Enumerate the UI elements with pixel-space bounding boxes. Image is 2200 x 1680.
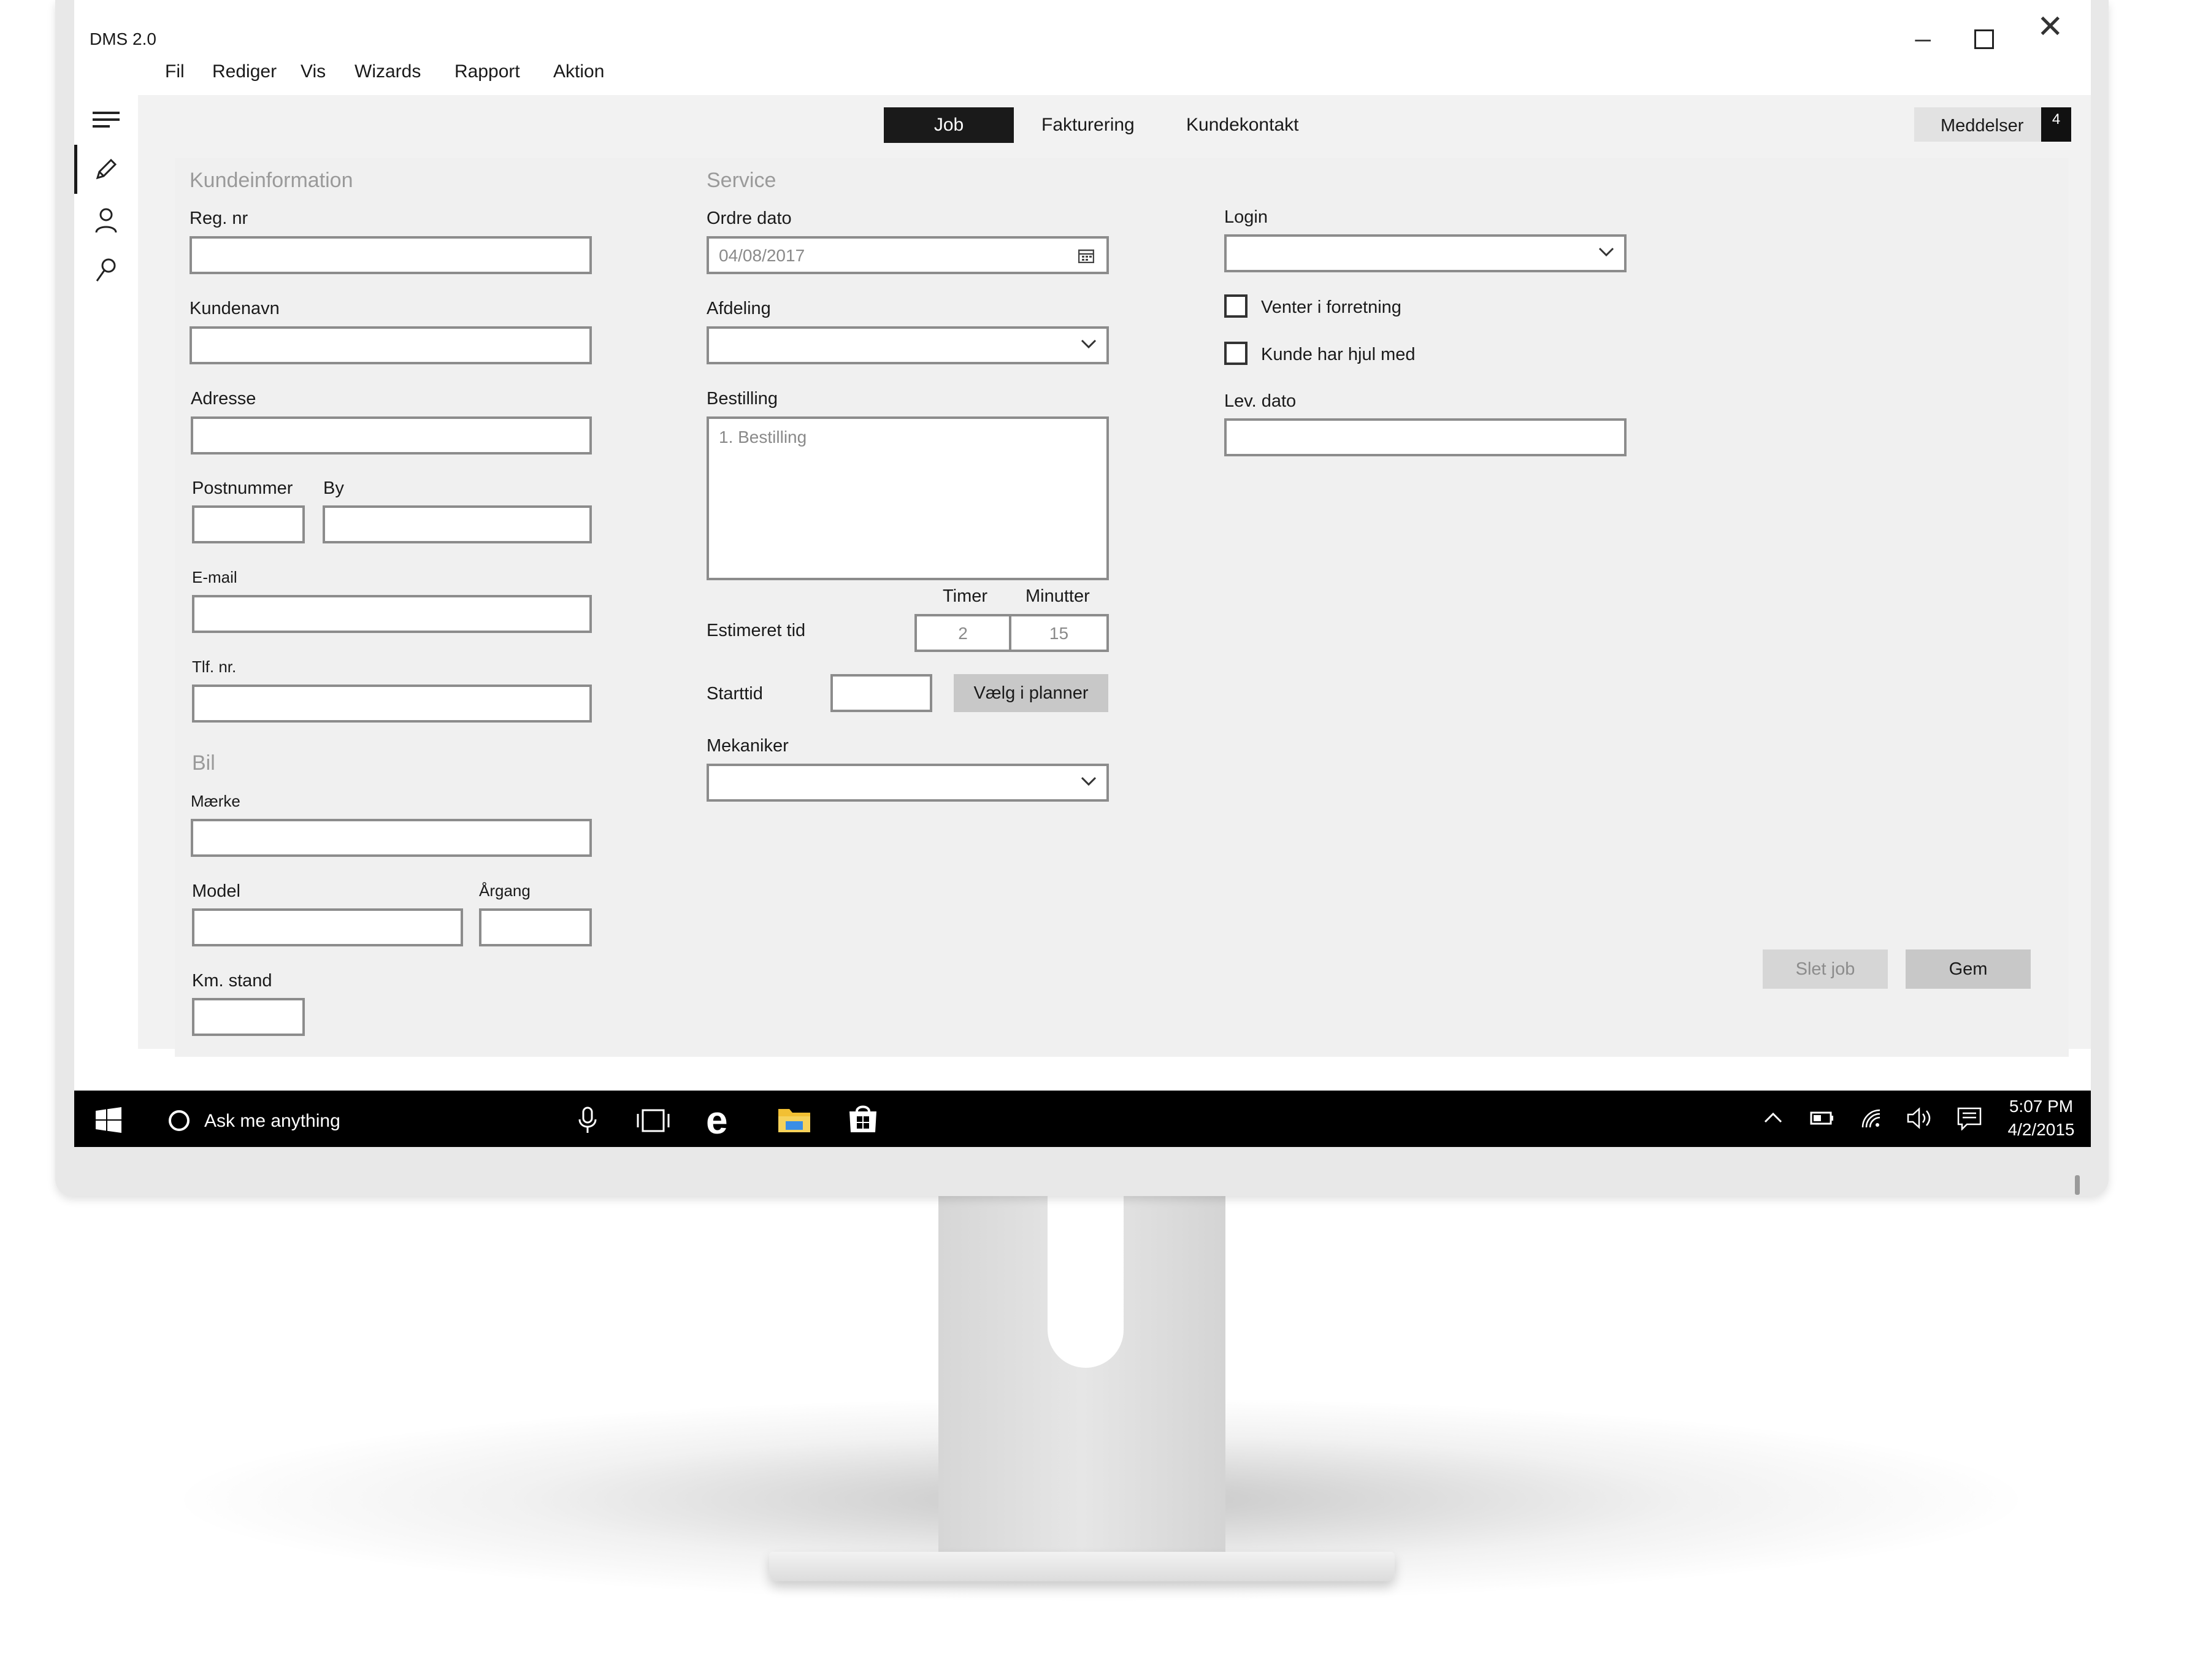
- action-center-icon[interactable]: [1957, 1107, 1982, 1133]
- argang-label: Årgang: [479, 881, 531, 900]
- timer-value: 2: [958, 624, 968, 643]
- tlf-label: Tlf. nr.: [192, 658, 237, 676]
- bestilling-textarea[interactable]: 1. Bestilling: [707, 416, 1109, 580]
- user-icon[interactable]: [74, 199, 138, 242]
- taskbar: [74, 1091, 2091, 1147]
- task-view-icon[interactable]: [635, 1108, 671, 1137]
- kundenavn-label: Kundenavn: [190, 299, 280, 318]
- starttid-label: Starttid: [707, 684, 763, 704]
- bil-heading: Bil: [192, 751, 215, 775]
- taskbar-clock-time[interactable]: 5:07 PM: [2007, 1097, 2075, 1116]
- app-title: DMS 2.0: [90, 29, 156, 48]
- reg-nr-input[interactable]: [190, 236, 592, 274]
- km-stand-input[interactable]: [192, 998, 305, 1036]
- reg-nr-label: Reg. nr: [190, 209, 248, 228]
- microphone-icon[interactable]: [577, 1106, 598, 1137]
- postnummer-input[interactable]: [192, 505, 305, 543]
- store-icon[interactable]: [847, 1103, 879, 1138]
- menu-wizards[interactable]: Wizards: [355, 61, 421, 82]
- login-label: Login: [1224, 207, 1268, 227]
- postnummer-label: Postnummer: [192, 478, 293, 498]
- chevron-down-icon: [1081, 339, 1097, 353]
- minutter-value: 15: [1049, 624, 1069, 643]
- ordre-dato-input[interactable]: 04/08/2017: [707, 236, 1109, 274]
- venter-label: Venter i forretning: [1261, 297, 1401, 317]
- model-label: Model: [192, 881, 240, 901]
- by-input[interactable]: [323, 505, 592, 543]
- timer-input[interactable]: 2: [914, 614, 1011, 652]
- estimeret-tid-label: Estimeret tid: [707, 621, 806, 640]
- close-icon[interactable]: ✕: [2037, 9, 2064, 45]
- minimize-icon[interactable]: _: [1915, 12, 1930, 43]
- adresse-input[interactable]: [191, 416, 592, 455]
- hjul-label: Kunde har hjul med: [1261, 345, 1416, 364]
- cortana-search-box[interactable]: Ask me anything: [204, 1111, 340, 1132]
- file-explorer-icon[interactable]: [777, 1104, 811, 1138]
- ordre-dato-value: 04/08/2017: [719, 246, 805, 265]
- hjul-checkbox[interactable]: [1224, 342, 1248, 365]
- menu-vis[interactable]: Vis: [301, 61, 326, 82]
- cortana-circle-icon[interactable]: [167, 1109, 191, 1135]
- notifications-count-badge: 4: [2041, 107, 2071, 142]
- gem-button[interactable]: Gem: [1906, 949, 2031, 989]
- menu-rapport[interactable]: Rapport: [454, 61, 520, 82]
- hamburger-icon[interactable]: [74, 98, 138, 141]
- model-input[interactable]: [192, 908, 463, 946]
- wifi-icon[interactable]: [1860, 1108, 1882, 1132]
- argang-input[interactable]: [479, 908, 592, 946]
- monitor-power-indicator: [2075, 1175, 2080, 1195]
- starttid-input[interactable]: [830, 674, 932, 712]
- tlf-input[interactable]: [192, 685, 592, 723]
- minutter-label: Minutter: [1025, 586, 1090, 606]
- ordre-dato-label: Ordre dato: [707, 209, 792, 228]
- tab-fakturering[interactable]: Fakturering: [1041, 107, 1135, 143]
- kundeinformation-heading: Kundeinformation: [190, 169, 353, 192]
- edge-icon[interactable]: e: [706, 1100, 728, 1140]
- timer-label: Timer: [943, 586, 988, 606]
- bestilling-label: Bestilling: [707, 389, 778, 408]
- pencil-icon[interactable]: [74, 148, 138, 191]
- monitor-stand-base: [769, 1552, 1395, 1581]
- by-label: By: [323, 478, 344, 498]
- kundenavn-input[interactable]: [190, 326, 592, 364]
- tab-job[interactable]: Job: [884, 107, 1014, 143]
- notifications-label: Meddelser: [1941, 116, 2024, 136]
- maximize-icon[interactable]: [1974, 29, 1994, 49]
- km-stand-label: Km. stand: [192, 971, 272, 991]
- chevron-up-icon[interactable]: [1764, 1112, 1782, 1126]
- taskbar-clock-date[interactable]: 4/2/2015: [2007, 1120, 2075, 1140]
- mekaniker-dropdown[interactable]: [707, 764, 1109, 802]
- minutter-input[interactable]: 15: [1009, 614, 1109, 652]
- login-dropdown[interactable]: [1224, 234, 1627, 272]
- adresse-label: Adresse: [191, 389, 256, 408]
- service-heading: Service: [707, 169, 776, 192]
- calendar-icon[interactable]: [1078, 248, 1095, 266]
- chevron-down-icon: [1081, 776, 1097, 790]
- tab-kundekontakt[interactable]: Kundekontakt: [1186, 107, 1298, 143]
- lev-dato-input[interactable]: [1224, 418, 1627, 456]
- bestilling-placeholder: 1. Bestilling: [719, 428, 807, 447]
- maerke-label: Mærke: [191, 792, 240, 810]
- afdeling-label: Afdeling: [707, 299, 771, 318]
- vaelg-i-planner-button[interactable]: Vælg i planner: [954, 674, 1108, 712]
- email-label: E-mail: [192, 568, 237, 586]
- menu-aktion[interactable]: Aktion: [553, 61, 604, 82]
- afdeling-dropdown[interactable]: [707, 326, 1109, 364]
- maerke-input[interactable]: [191, 819, 592, 857]
- venter-checkbox[interactable]: [1224, 294, 1248, 318]
- mekaniker-label: Mekaniker: [707, 736, 789, 756]
- screen: DMS 2.0 Fil Rediger Vis Wizards Rapport …: [74, 0, 2091, 1147]
- slet-job-button[interactable]: Slet job: [1763, 949, 1888, 989]
- menu-fil[interactable]: Fil: [165, 61, 185, 82]
- search-icon[interactable]: [74, 248, 138, 291]
- chevron-down-icon: [1598, 247, 1614, 261]
- volume-icon[interactable]: [1907, 1107, 1934, 1132]
- windows-logo-icon[interactable]: [96, 1107, 121, 1136]
- battery-icon[interactable]: [1810, 1111, 1834, 1129]
- monitor-stand-cutout: [1048, 1196, 1124, 1368]
- lev-dato-label: Lev. dato: [1224, 391, 1297, 411]
- menu-rediger[interactable]: Rediger: [212, 61, 277, 82]
- email-input[interactable]: [192, 595, 592, 633]
